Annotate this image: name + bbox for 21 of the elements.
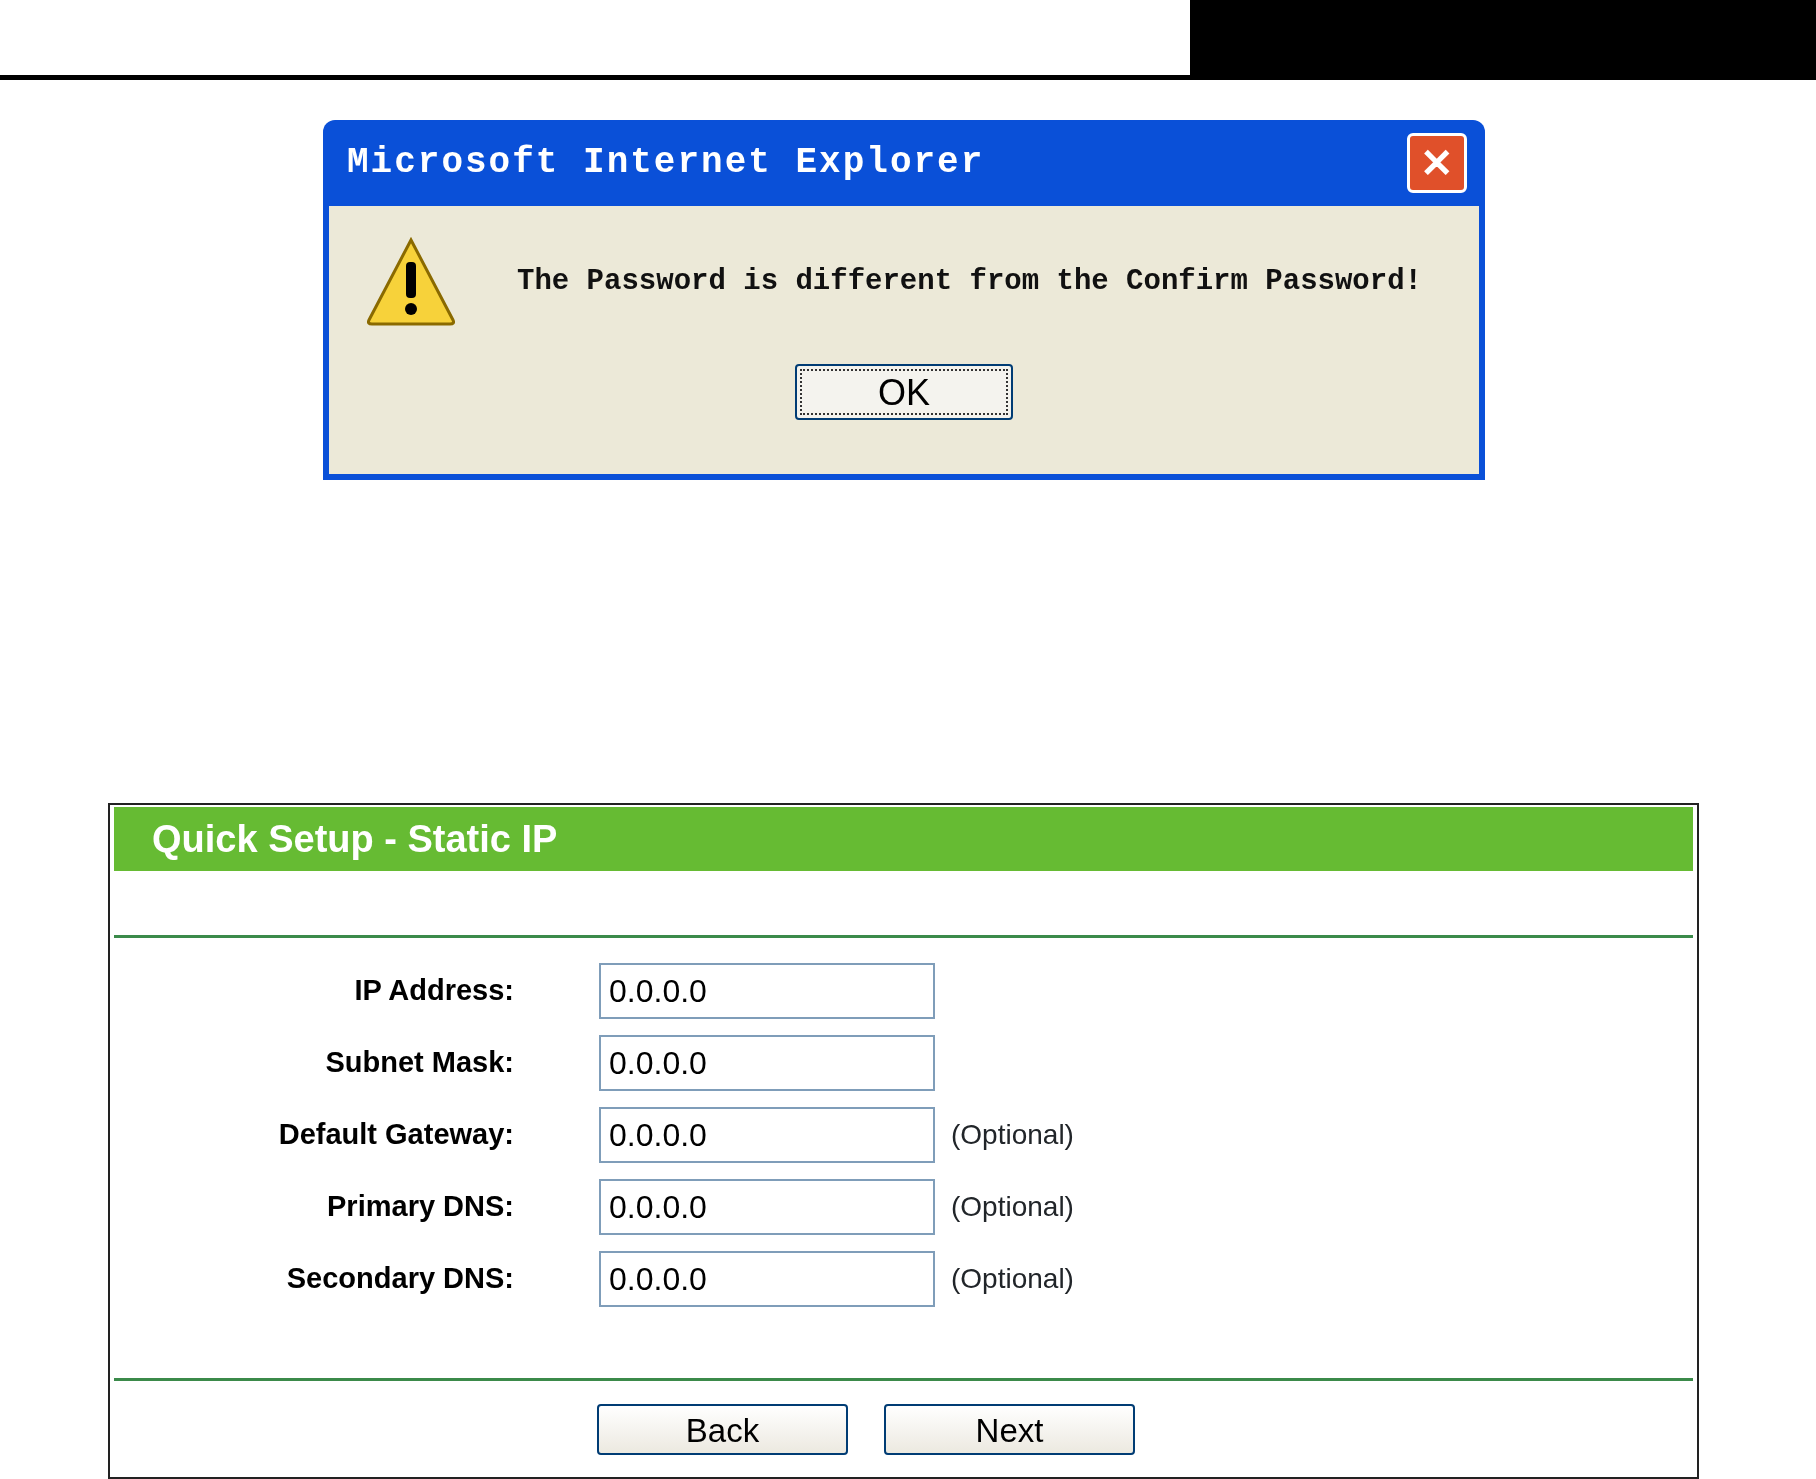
window-title: Microsoft Internet Explorer: [347, 141, 985, 185]
panel-title: Quick Setup - Static IP: [114, 807, 1693, 871]
field-label: Subnet Mask:: [324, 1045, 514, 1081]
input-field[interactable]: 0.0.0.0: [599, 1107, 935, 1163]
field-label: Secondary DNS:: [285, 1261, 514, 1297]
input-field[interactable]: 0.0.0.0: [599, 1251, 935, 1307]
back-button[interactable]: Back: [597, 1404, 848, 1455]
next-button[interactable]: Next: [884, 1404, 1135, 1455]
close-button[interactable]: ✕: [1407, 133, 1467, 193]
input-field[interactable]: 0.0.0.0: [599, 1179, 935, 1235]
optional-note: (Optional): [951, 1262, 1074, 1296]
warning-icon: [365, 236, 457, 328]
input-field[interactable]: 0.0.0.0: [599, 1035, 935, 1091]
field-label: IP Address:: [353, 973, 514, 1009]
optional-note: (Optional): [951, 1190, 1074, 1224]
field-label: Primary DNS:: [326, 1189, 514, 1225]
optional-note: (Optional): [951, 1118, 1074, 1152]
field-label: Default Gateway:: [277, 1117, 514, 1153]
dialog-message: The Password is different from the Confirm Password!: [517, 264, 1422, 301]
input-field[interactable]: 0.0.0.0: [599, 963, 935, 1019]
ok-button[interactable]: OK: [795, 364, 1013, 420]
